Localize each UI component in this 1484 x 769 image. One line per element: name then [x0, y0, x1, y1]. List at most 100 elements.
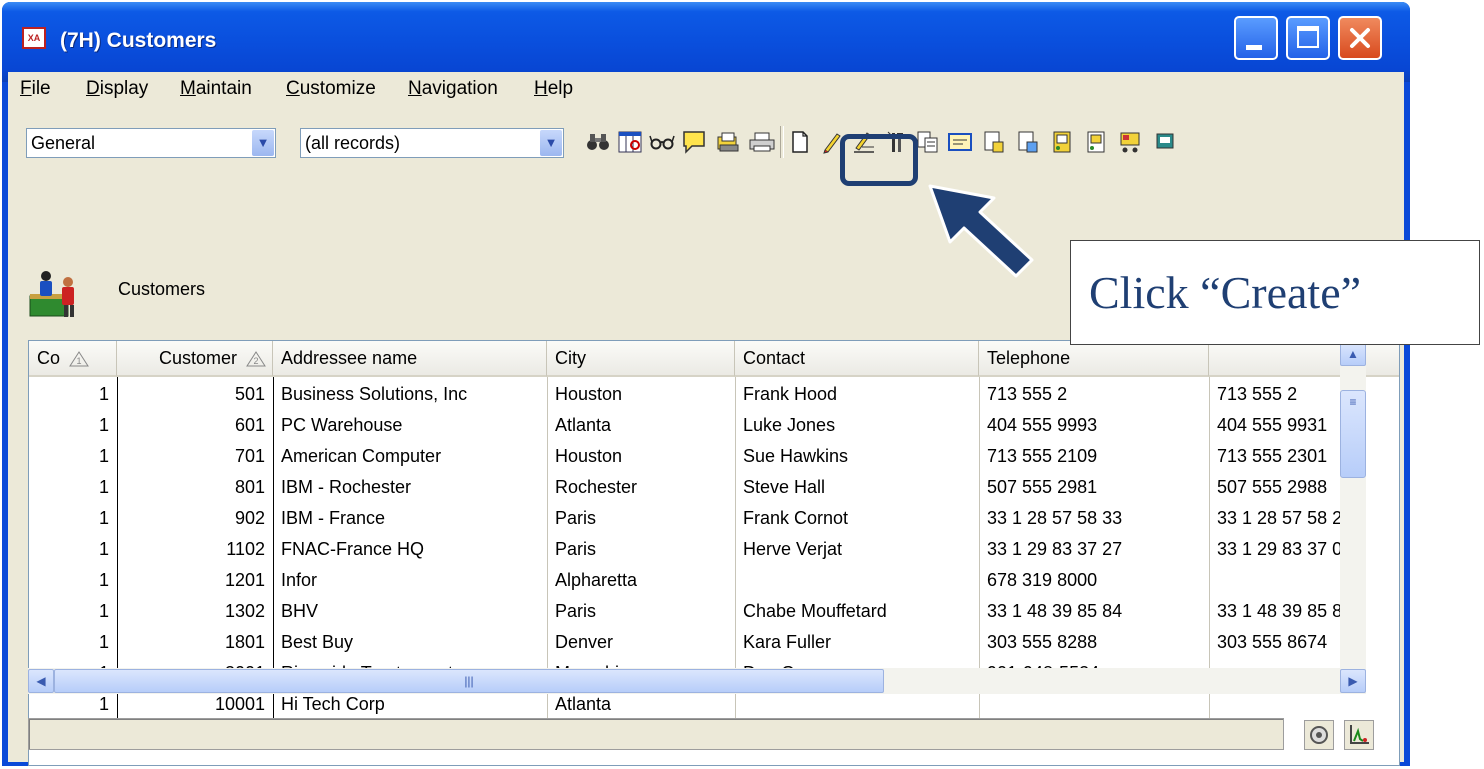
- cell-contact[interactable]: Frank Cornot: [735, 503, 979, 534]
- scroll-right-button[interactable]: ▶: [1340, 669, 1366, 693]
- find-icon[interactable]: [584, 126, 612, 158]
- cell-addressee-name[interactable]: IBM - France: [273, 503, 547, 534]
- vertical-scrollbar[interactable]: ▲ ≡ ▼: [1340, 342, 1366, 694]
- cell-addressee-name[interactable]: Infor: [273, 565, 547, 596]
- cell-customer[interactable]: 801: [117, 472, 273, 503]
- cart-icon[interactable]: [1116, 126, 1144, 158]
- glasses-icon[interactable]: [648, 126, 676, 158]
- cell-city[interactable]: Houston: [547, 379, 735, 410]
- cell-fax[interactable]: 33 1 29 83 37 0: [1209, 534, 1399, 565]
- cell-contact[interactable]: Herve Verjat: [735, 534, 979, 565]
- scroll-left-button[interactable]: ◀: [28, 669, 54, 693]
- scroll-up-button[interactable]: ▲: [1340, 342, 1366, 366]
- cell-customer[interactable]: 902: [117, 503, 273, 534]
- cell-contact[interactable]: [735, 565, 979, 596]
- cell-contact[interactable]: Kara Fuller: [735, 627, 979, 658]
- cell-city[interactable]: Paris: [547, 596, 735, 627]
- chevron-down-icon[interactable]: ▼: [252, 130, 274, 156]
- status-activity-icon[interactable]: [1344, 720, 1374, 750]
- cell-co[interactable]: 1: [29, 441, 117, 472]
- cell-co[interactable]: 1: [29, 596, 117, 627]
- cell-co[interactable]: 1: [29, 379, 117, 410]
- cell-city[interactable]: Rochester: [547, 472, 735, 503]
- cell-telephone[interactable]: 33 1 28 57 58 33: [979, 503, 1209, 534]
- horizontal-scrollbar[interactable]: ◀ ||| ▶: [28, 668, 1366, 694]
- cell-fax[interactable]: 33 1 28 57 58 2: [1209, 503, 1399, 534]
- column-header-addressee-name[interactable]: Addressee name: [273, 341, 547, 377]
- view-select[interactable]: General ▼: [26, 128, 276, 158]
- printer-icon[interactable]: [748, 126, 776, 158]
- cell-co[interactable]: 1: [29, 534, 117, 565]
- subset-select[interactable]: (all records) ▼: [300, 128, 564, 158]
- cell-customer[interactable]: 601: [117, 410, 273, 441]
- document-icon[interactable]: [980, 126, 1008, 158]
- cell-co[interactable]: 1: [29, 627, 117, 658]
- cell-contact[interactable]: Frank Hood: [735, 379, 979, 410]
- cell-addressee-name[interactable]: BHV: [273, 596, 547, 627]
- cell-fax[interactable]: 303 555 8674: [1209, 627, 1399, 658]
- cell-contact[interactable]: Steve Hall: [735, 472, 979, 503]
- column-view-icon[interactable]: [616, 126, 644, 158]
- chevron-down-icon[interactable]: ▼: [540, 130, 562, 156]
- cell-city[interactable]: Atlanta: [547, 410, 735, 441]
- cell-addressee-name[interactable]: American Computer: [273, 441, 547, 472]
- cell-customer[interactable]: 1102: [117, 534, 273, 565]
- cell-fax[interactable]: 713 555 2301: [1209, 441, 1399, 472]
- column-header-co[interactable]: Co 1: [29, 341, 117, 377]
- card-icon[interactable]: [946, 126, 974, 158]
- create-icon[interactable]: [786, 126, 814, 158]
- cell-city[interactable]: Denver: [547, 627, 735, 658]
- vertical-scroll-thumb[interactable]: ≡: [1340, 390, 1366, 478]
- cell-addressee-name[interactable]: PC Warehouse: [273, 410, 547, 441]
- cell-customer[interactable]: 1201: [117, 565, 273, 596]
- status-session-icon[interactable]: [1304, 720, 1334, 750]
- cell-co[interactable]: 1: [29, 503, 117, 534]
- note-icon[interactable]: [680, 126, 708, 158]
- form2-icon[interactable]: [1082, 126, 1110, 158]
- cell-telephone[interactable]: 404 555 9993: [979, 410, 1209, 441]
- copy-icon[interactable]: [914, 126, 942, 158]
- menu-navigation[interactable]: Navigation: [408, 78, 498, 100]
- cell-city[interactable]: Paris: [547, 503, 735, 534]
- cell-city[interactable]: Paris: [547, 534, 735, 565]
- more-icon[interactable]: [1150, 126, 1178, 158]
- document2-icon[interactable]: [1014, 126, 1042, 158]
- close-button[interactable]: [1338, 16, 1382, 60]
- cell-fax[interactable]: 507 555 2988: [1209, 472, 1399, 503]
- print-set-icon[interactable]: [714, 126, 742, 158]
- cell-customer[interactable]: 701: [117, 441, 273, 472]
- cell-contact[interactable]: Chabe Mouffetard: [735, 596, 979, 627]
- cell-telephone[interactable]: 678 319 8000: [979, 565, 1209, 596]
- cell-co[interactable]: 1: [29, 410, 117, 441]
- menu-help[interactable]: Help: [534, 78, 573, 100]
- cell-city[interactable]: Alpharetta: [547, 565, 735, 596]
- minimize-button[interactable]: [1234, 16, 1278, 60]
- cell-fax[interactable]: 33 1 48 39 85 8: [1209, 596, 1399, 627]
- column-header-telephone[interactable]: Telephone: [979, 341, 1209, 377]
- cell-customer[interactable]: 501: [117, 379, 273, 410]
- cell-city[interactable]: Houston: [547, 441, 735, 472]
- menu-maintain[interactable]: Maintain: [180, 78, 252, 100]
- cell-addressee-name[interactable]: IBM - Rochester: [273, 472, 547, 503]
- cell-customer[interactable]: 1801: [117, 627, 273, 658]
- cell-telephone[interactable]: 303 555 8288: [979, 627, 1209, 658]
- cell-telephone[interactable]: 713 555 2109: [979, 441, 1209, 472]
- cell-telephone[interactable]: 33 1 29 83 37 27: [979, 534, 1209, 565]
- cell-telephone[interactable]: 713 555 2: [979, 379, 1209, 410]
- cell-fax[interactable]: [1209, 565, 1399, 596]
- cell-addressee-name[interactable]: FNAC-France HQ: [273, 534, 547, 565]
- horizontal-scroll-thumb[interactable]: |||: [54, 669, 884, 693]
- cell-contact[interactable]: Sue Hawkins: [735, 441, 979, 472]
- column-header-fax[interactable]: [1209, 341, 1399, 377]
- column-header-customer[interactable]: Customer 2: [117, 341, 273, 377]
- menu-display[interactable]: Display: [86, 78, 148, 100]
- column-header-contact[interactable]: Contact: [735, 341, 979, 377]
- form-icon[interactable]: [1048, 126, 1076, 158]
- cell-fax[interactable]: 404 555 9931: [1209, 410, 1399, 441]
- maximize-button[interactable]: [1286, 16, 1330, 60]
- cell-co[interactable]: 1: [29, 472, 117, 503]
- cell-addressee-name[interactable]: Best Buy: [273, 627, 547, 658]
- title-bar[interactable]: XA (7H) Customers: [2, 2, 1410, 82]
- menu-customize[interactable]: Customize: [286, 78, 376, 100]
- cell-addressee-name[interactable]: Business Solutions, Inc: [273, 379, 547, 410]
